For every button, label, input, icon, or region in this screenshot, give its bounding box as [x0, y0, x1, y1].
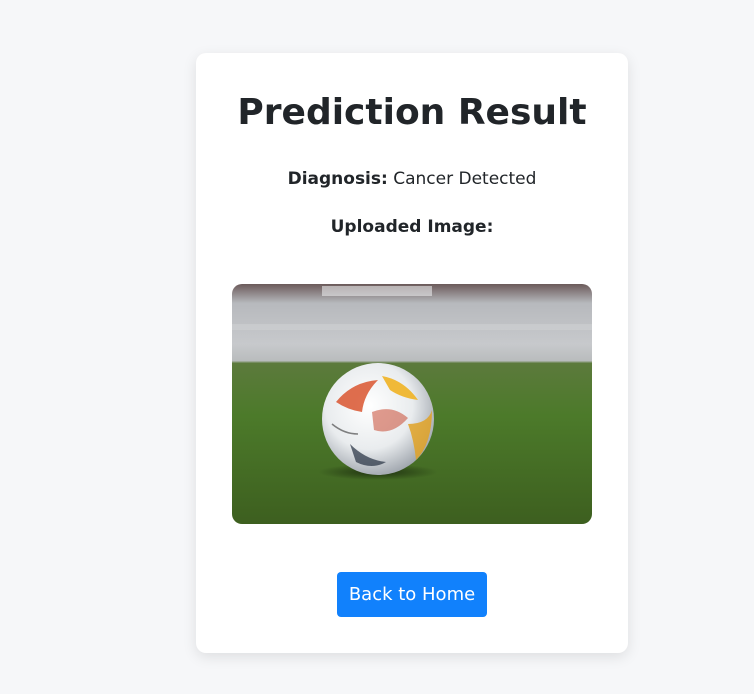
uploaded-image	[232, 284, 592, 524]
uploaded-image-label: Uploaded Image:	[330, 217, 494, 237]
page-title: Prediction Result	[237, 92, 587, 133]
diagnosis-line: Diagnosis: Cancer Detected	[196, 168, 628, 190]
back-to-home-button[interactable]: Back to Home	[337, 572, 487, 617]
diagnosis-label: Diagnosis:	[287, 169, 388, 189]
result-card: Prediction Result Diagnosis: Cancer Dete…	[196, 53, 628, 653]
diagnosis-value: Cancer Detected	[393, 169, 537, 189]
